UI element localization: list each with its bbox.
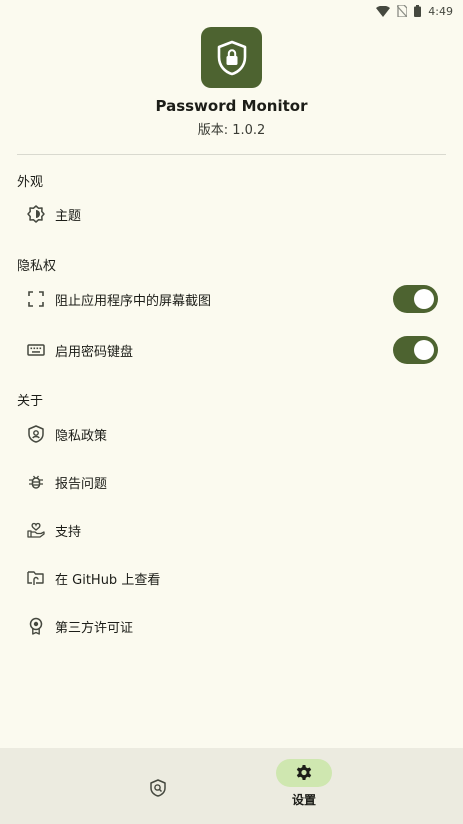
section-title-appearance: 外观 (17, 175, 44, 190)
app-header: Password Monitor 版本: 1.0.2 (0, 27, 463, 138)
keyboard-icon (25, 339, 47, 361)
setting-theme[interactable]: 主题 (17, 194, 446, 234)
setting-support[interactable]: 支持 (17, 510, 446, 550)
status-bar: 4:49 (0, 0, 463, 22)
setting-label: 主题 (55, 208, 82, 224)
setting-report-issue[interactable]: 报告问题 (17, 462, 446, 502)
screenshot-icon (25, 288, 47, 310)
setting-label: 启用密码键盘 (55, 344, 134, 360)
password-keyboard-toggle[interactable] (393, 336, 438, 364)
section-title-about: 关于 (17, 394, 44, 409)
setting-third-party-licenses[interactable]: 第三方许可证 (17, 606, 446, 646)
setting-label: 在 GitHub 上查看 (55, 572, 161, 588)
bug-icon (25, 471, 47, 493)
wifi-icon (376, 5, 391, 17)
setting-label: 报告问题 (55, 476, 108, 492)
shield-search-icon (130, 774, 186, 802)
setting-label: 隐私政策 (55, 428, 108, 444)
license-icon (25, 615, 47, 637)
setting-label: 阻止应用程序中的屏幕截图 (55, 293, 212, 309)
app-version: 版本: 1.0.2 (197, 123, 266, 138)
setting-view-github[interactable]: 在 GitHub 上查看 (17, 558, 446, 598)
bottom-navigation: 设置 (0, 748, 463, 824)
setting-label: 支持 (55, 524, 82, 540)
toggle-knob (414, 340, 434, 360)
no-sim-icon (397, 5, 408, 17)
privacy-policy-icon (25, 423, 47, 445)
nav-item-settings[interactable]: 设置 (244, 748, 364, 824)
divider (17, 154, 446, 155)
github-icon (25, 567, 47, 589)
app-name: Password Monitor (155, 97, 308, 115)
setting-password-keyboard[interactable]: 启用密码键盘 (17, 330, 446, 370)
section-title-privacy: 隐私权 (17, 259, 57, 274)
setting-label: 第三方许可证 (55, 620, 134, 636)
toggle-knob (414, 289, 434, 309)
gear-icon (276, 759, 332, 787)
status-time: 4:49 (428, 4, 453, 18)
shield-lock-icon (201, 27, 262, 88)
nav-item-monitor[interactable] (98, 748, 218, 824)
theme-icon (25, 203, 47, 225)
block-screenshots-toggle[interactable] (393, 285, 438, 313)
battery-icon (414, 5, 422, 17)
setting-block-screenshots[interactable]: 阻止应用程序中的屏幕截图 (17, 279, 446, 319)
setting-privacy-policy[interactable]: 隐私政策 (17, 414, 446, 454)
support-icon (25, 519, 47, 541)
nav-label: 设置 (291, 793, 316, 807)
